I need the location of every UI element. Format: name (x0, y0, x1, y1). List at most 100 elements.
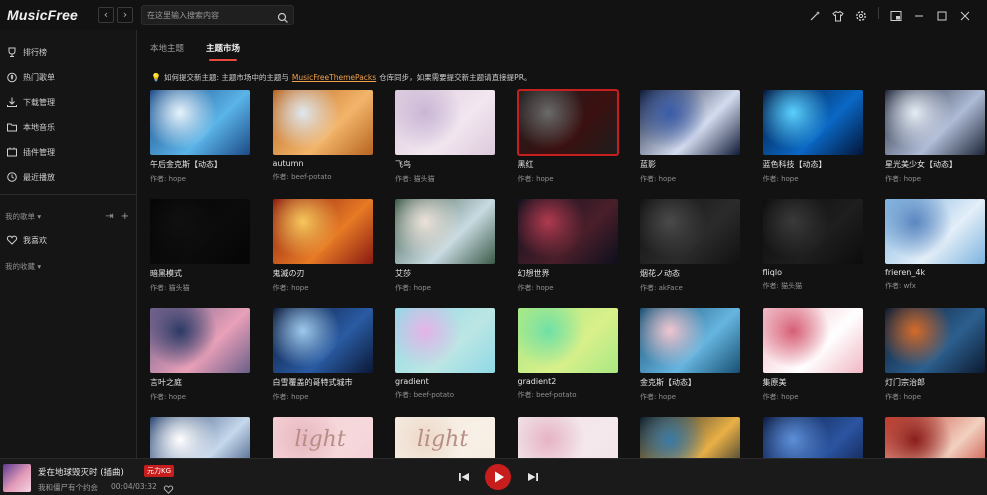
my-playlists-label: 我的歌单 (5, 212, 35, 221)
folder-icon (6, 121, 18, 133)
theme-thumbnail[interactable] (640, 417, 740, 458)
theme-author: 作者: hope (640, 175, 677, 183)
theme-thumbnail[interactable] (272, 90, 373, 155)
theme-thumbnail[interactable] (516, 89, 619, 156)
theme-thumbnail[interactable] (395, 199, 495, 264)
sidebar-item-downloads[interactable]: 下载管理 (0, 91, 137, 113)
theme-card[interactable]: frieren_4k 作者: wfx (885, 199, 985, 291)
forward-button[interactable]: › (117, 7, 133, 23)
my-playlists-group[interactable]: 我的歌单 ▾ (5, 211, 41, 222)
theme-card[interactable]: 鬼滅の刃 作者: hope (272, 199, 373, 293)
theme-card[interactable]: 言叶之庭 作者: hope (150, 308, 250, 402)
theme-thumbnail[interactable] (640, 90, 740, 155)
theme-thumbnail[interactable] (762, 90, 863, 155)
theme-card[interactable]: light (272, 417, 373, 458)
previous-track-icon[interactable] (457, 469, 471, 483)
theme-card[interactable]: 灯门宗治郎 作者: hope (885, 308, 985, 402)
sidebar-item-recent[interactable]: 最近播放 (0, 166, 137, 188)
theme-card[interactable]: light (395, 417, 495, 458)
theme-card[interactable]: gradient 作者: beef-potato (395, 308, 495, 400)
theme-card[interactable]: 艾莎 作者: hope (395, 199, 495, 293)
theme-card[interactable]: 集原美 作者: hope (762, 308, 863, 402)
mini-mode-icon[interactable] (890, 7, 902, 21)
add-playlist-icon[interactable]: + (121, 211, 129, 222)
theme-thumbnail[interactable] (150, 199, 250, 264)
theme-card[interactable] (762, 417, 863, 458)
theme-thumbnail[interactable] (762, 308, 863, 373)
toolbar-divider (878, 7, 879, 19)
theme-name: 星光美少女【动态】 (885, 160, 957, 169)
favorite-heart-icon[interactable] (163, 480, 174, 494)
theme-shirt-icon[interactable] (832, 7, 844, 22)
my-collections-group[interactable]: 我的收藏 ▾ (5, 261, 41, 272)
theme-thumbnail[interactable] (272, 308, 373, 373)
theme-card[interactable]: 烟花ノ动态 作者: akFace (640, 199, 740, 293)
minimize-icon[interactable] (913, 7, 925, 19)
theme-card[interactable]: 蓝影作者: hope (640, 90, 740, 184)
theme-thumbnail[interactable] (885, 308, 985, 373)
theme-thumbnail[interactable] (885, 199, 985, 264)
import-playlist-icon[interactable]: ⇥ (105, 211, 113, 222)
theme-thumbnail[interactable] (517, 308, 618, 373)
theme-card[interactable]: fliqlo 作者: 猫头猫 (762, 199, 863, 291)
song-title[interactable]: 爱在地球毁灭时 (插曲) (38, 466, 124, 478)
theme-thumbnail[interactable]: light (395, 417, 495, 458)
theme-thumbnail[interactable] (150, 308, 250, 373)
sidebar-item-hot-playlists[interactable]: 热门歌单 (0, 66, 137, 88)
theme-packs-link[interactable]: MusicFreeThemePacks (292, 73, 376, 82)
theme-card[interactable]: 暗黑模式 作者: 猫头猫 (150, 199, 250, 293)
search-icon[interactable] (277, 9, 289, 23)
theme-thumbnail[interactable] (885, 90, 985, 155)
theme-thumbnail[interactable] (640, 199, 740, 264)
theme-card[interactable]: autumn 作者: beef-potato (272, 90, 373, 182)
theme-card[interactable] (517, 417, 618, 458)
theme-thumbnail[interactable] (517, 199, 618, 264)
sidebar-item-favorites[interactable]: 我喜欢 (0, 229, 137, 251)
theme-thumbnail[interactable] (150, 417, 250, 458)
theme-thumbnail[interactable] (517, 417, 618, 458)
tab-theme-market[interactable]: 主题市场 (206, 42, 240, 61)
theme-thumbnail[interactable]: light (272, 417, 373, 458)
theme-thumbnail[interactable] (640, 308, 740, 373)
play-button[interactable] (485, 464, 511, 490)
theme-card[interactable]: 金克斯【动态】 作者: hope (640, 308, 740, 402)
theme-author: 作者: beef-potato (395, 391, 455, 399)
theme-card[interactable]: 幻想世界 作者: hope (517, 199, 618, 293)
theme-thumbnail[interactable] (395, 308, 495, 373)
theme-card[interactable] (885, 417, 985, 458)
maximize-icon[interactable] (936, 7, 948, 21)
sidebar-item-local-music[interactable]: 本地音乐 (0, 116, 137, 138)
search-input[interactable] (147, 8, 275, 23)
theme-card[interactable]: 星光美少女【动态】 作者: hope (885, 90, 985, 184)
sidebar-item-label: 热门歌单 (23, 72, 55, 82)
theme-thumbnail[interactable] (395, 90, 495, 155)
theme-card[interactable] (150, 417, 250, 458)
theme-thumbnail[interactable] (272, 199, 373, 264)
theme-thumbnail[interactable] (762, 417, 863, 458)
close-icon[interactable] (959, 7, 971, 21)
theme-card[interactable]: 飞鸟 作者: 猫头猫 (395, 90, 495, 184)
theme-card[interactable] (640, 417, 740, 458)
theme-card[interactable]: 黑红 作者: hope (516, 89, 619, 184)
quality-badge[interactable]: 元力KG (144, 465, 175, 477)
settings-gear-icon[interactable] (855, 7, 867, 21)
tab-local-themes[interactable]: 本地主题 (150, 42, 184, 54)
theme-card[interactable]: 白雪覆盖的哥特式城市 作者: hope (272, 308, 373, 402)
theme-thumbnail[interactable] (762, 199, 863, 264)
sidebar-item-plugins[interactable]: 插件管理 (0, 141, 137, 163)
back-button[interactable]: ‹ (98, 7, 114, 23)
theme-card[interactable]: gradient2 作者: beef-potato (517, 308, 618, 400)
sidebar-item-ranking[interactable]: 排行榜 (0, 41, 137, 63)
singer-name[interactable]: 我和僵尸有个约会 (38, 482, 98, 493)
theme-author: 作者: hope (150, 175, 187, 183)
theme-thumbnail[interactable] (885, 417, 985, 458)
playback-time: 00:04/03:32 (111, 482, 157, 491)
magic-wand-icon[interactable] (809, 7, 821, 21)
sidebar-item-label: 下载管理 (23, 97, 55, 107)
theme-card[interactable]: 蓝色科技【动态】 作者: hope (762, 90, 863, 184)
theme-name: 蓝影 (640, 160, 656, 169)
theme-thumbnail[interactable] (150, 90, 250, 155)
album-cover[interactable] (3, 464, 31, 492)
next-track-icon[interactable] (526, 469, 540, 483)
theme-card[interactable]: 午后金克斯【动态】 作者: hope (150, 90, 250, 184)
